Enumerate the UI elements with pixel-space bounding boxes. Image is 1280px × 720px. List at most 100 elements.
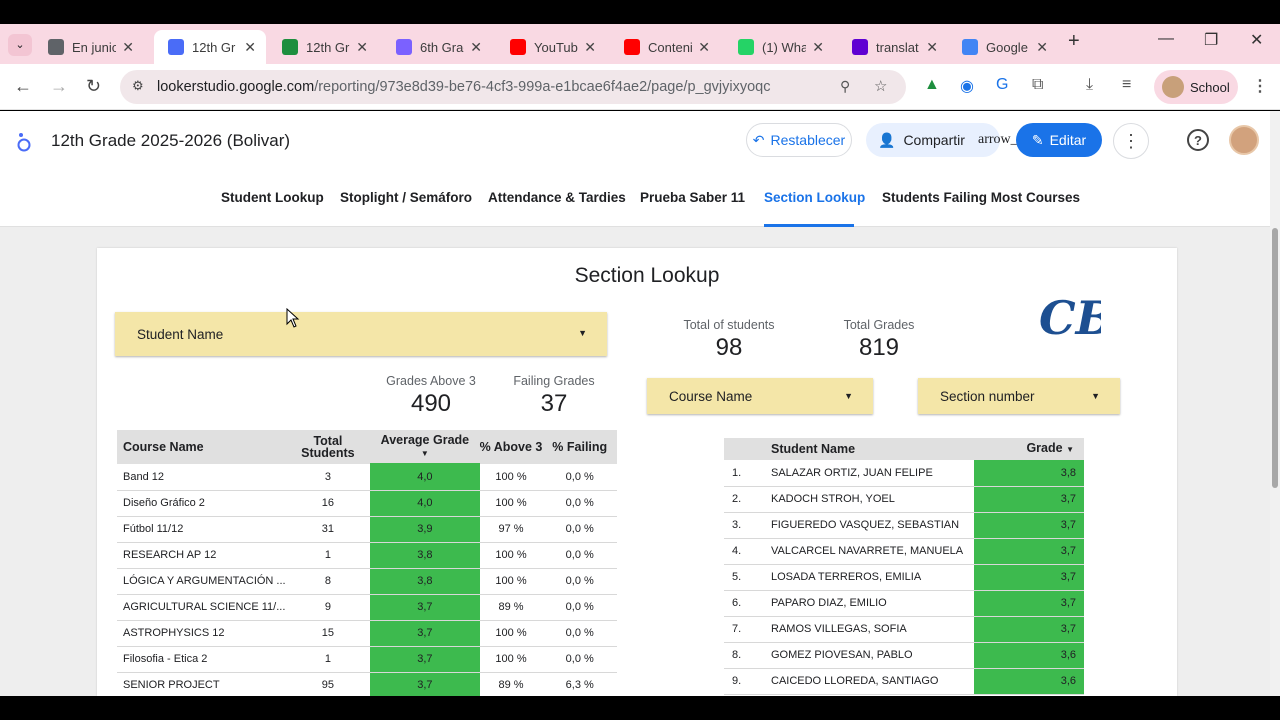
- tab-section-lookup[interactable]: Section Lookup: [764, 190, 865, 205]
- chevron-down-icon: ▼: [844, 391, 853, 401]
- browser-tab[interactable]: En junio ✕: [34, 30, 144, 64]
- cell-total-students: 15: [285, 620, 371, 647]
- col-above-3[interactable]: % Above 3: [479, 430, 543, 464]
- minimize-icon[interactable]: —: [1158, 30, 1174, 48]
- col-course-name[interactable]: Course Name: [117, 430, 286, 464]
- table-row[interactable]: 4. VALCARCEL NAVARRETE, MANUELA 3,7: [724, 538, 1084, 565]
- browser-tab[interactable]: 6th Grad ✕: [382, 30, 492, 64]
- table-row[interactable]: 8. GOMEZ PIOVESAN, PABLO 3,6: [724, 642, 1084, 669]
- edit-button[interactable]: ✎ Editar: [1016, 123, 1102, 157]
- browser-tab[interactable]: translat ✕: [838, 30, 948, 64]
- kpi-grades-above: Grades Above 3 490: [379, 374, 483, 418]
- table-row[interactable]: 1. SALAZAR ORTIZ, JUAN FELIPE 3,8: [724, 460, 1084, 487]
- cell-failing: 0,0 %: [542, 620, 617, 647]
- cell-grade: 3,7: [974, 590, 1084, 617]
- extensions-icon[interactable]: ⧉: [1032, 76, 1043, 94]
- tab-prueba-saber[interactable]: Prueba Saber 11: [640, 190, 745, 205]
- close-tab-icon[interactable]: ✕: [812, 39, 824, 56]
- table-row[interactable]: Band 12 3 4,0 100 % 0,0 %: [117, 464, 617, 491]
- table-row[interactable]: SENIOR PROJECT 95 3,7 89 % 6,3 %: [117, 672, 617, 699]
- cell-student-name: CAICEDO LLOREDA, SANTIAGO: [764, 668, 974, 695]
- help-icon[interactable]: ?: [1187, 129, 1209, 151]
- tab-student-lookup[interactable]: Student Lookup: [221, 190, 324, 205]
- cell-course-name: SENIOR PROJECT: [117, 672, 286, 699]
- drive-icon[interactable]: ▲: [924, 76, 940, 94]
- yahoo-icon: [852, 39, 868, 55]
- browser-tab[interactable]: Google ✕: [948, 30, 1058, 64]
- new-tab-icon[interactable]: +: [1068, 30, 1080, 53]
- user-avatar[interactable]: [1229, 125, 1259, 155]
- course-name-filter[interactable]: Course Name ▼: [647, 378, 873, 414]
- tab-search-icon[interactable]: ⌄: [8, 34, 32, 56]
- section-number-filter[interactable]: Section number ▼: [918, 378, 1120, 414]
- table-row[interactable]: 5. LOSADA TERREROS, EMILIA 3,7: [724, 564, 1084, 591]
- table-row[interactable]: 7. RAMOS VILLEGAS, SOFIA 3,7: [724, 616, 1084, 643]
- tab-stoplight[interactable]: Stoplight / Semáforo: [340, 190, 472, 205]
- cell-grade: 3,7: [974, 616, 1084, 643]
- browser-tab[interactable]: 12th Gr ✕: [154, 30, 266, 64]
- table-row[interactable]: Diseño Gráfico 2 16 4,0 100 % 0,0 %: [117, 490, 617, 517]
- tab-label: YouTub: [534, 39, 578, 55]
- close-tab-icon[interactable]: ✕: [470, 39, 482, 56]
- cell-rank: 2.: [724, 486, 764, 513]
- close-tab-icon[interactable]: ✕: [698, 39, 710, 56]
- close-window-icon[interactable]: ✕: [1250, 30, 1263, 50]
- table-row[interactable]: 3. FIGUEREDO VASQUEZ, SEBASTIAN 3,7: [724, 512, 1084, 539]
- col-total-students[interactable]: Total Students: [285, 430, 371, 464]
- tab-students-failing[interactable]: Students Failing Most Courses: [882, 190, 1080, 205]
- media-control-icon[interactable]: ≡: [1122, 76, 1131, 94]
- table-row[interactable]: Filosofia - Etica 2 1 3,7 100 % 0,0 %: [117, 646, 617, 673]
- reload-icon[interactable]: ↻: [86, 76, 101, 97]
- forward-icon[interactable]: →: [50, 76, 68, 97]
- download-icon[interactable]: ⤓: [1086, 76, 1093, 94]
- more-options-icon[interactable]: ⋮: [1113, 123, 1149, 159]
- close-tab-icon[interactable]: ✕: [244, 39, 256, 56]
- screen-capture-icon[interactable]: ◉: [960, 76, 974, 96]
- reset-button[interactable]: ↶ Restablecer: [746, 123, 852, 157]
- svg-text:CB: CB: [1039, 291, 1101, 345]
- col-average-grade[interactable]: Average Grade ▼: [370, 430, 480, 465]
- col-grade[interactable]: Grade ▼: [974, 438, 1084, 460]
- back-icon[interactable]: ←: [14, 76, 32, 97]
- table-row[interactable]: ASTROPHYSICS 12 15 3,7 100 % 0,0 %: [117, 620, 617, 647]
- browser-tab[interactable]: 12th Gr ✕: [268, 30, 378, 64]
- profile-chip[interactable]: School: [1154, 70, 1238, 104]
- table-row[interactable]: RESEARCH AP 12 1 3,8 100 % 0,0 %: [117, 542, 617, 569]
- cell-above-3: 89 %: [479, 594, 543, 621]
- cell-grade: 3,7: [974, 486, 1084, 513]
- browser-tab[interactable]: Conteni ✕: [610, 30, 720, 64]
- kpi-value: 98: [715, 334, 743, 361]
- table-row[interactable]: AGRICULTURAL SCIENCE 11/... 9 3,7 89 % 0,0 %: [117, 594, 617, 621]
- table-row[interactable]: 9. CAICEDO LLOREDA, SANTIAGO 3,6: [724, 668, 1084, 695]
- cell-grade: 3,8: [974, 460, 1084, 487]
- address-bar[interactable]: ⚙ lookerstudio.google.com/reporting/973e…: [120, 70, 906, 104]
- scrollbar-thumb[interactable]: [1272, 228, 1278, 488]
- tab-label: Google: [986, 39, 1028, 55]
- student-name-filter[interactable]: Student Name ▼: [115, 312, 607, 356]
- browser-tab[interactable]: YouTub ✕: [496, 30, 606, 64]
- tab-attendance[interactable]: Attendance & Tardies: [488, 190, 626, 205]
- table-row[interactable]: Fútbol 11/12 31 3,9 97 % 0,0 %: [117, 516, 617, 543]
- cell-above-3: 100 %: [479, 620, 543, 647]
- browser-tab[interactable]: (1) Wha ✕: [724, 30, 834, 64]
- col-failing[interactable]: % Failing: [542, 430, 617, 464]
- close-tab-icon[interactable]: ✕: [584, 39, 596, 56]
- close-tab-icon[interactable]: ✕: [122, 39, 134, 56]
- close-tab-icon[interactable]: ✕: [926, 39, 938, 56]
- table-row[interactable]: 2. KADOCH STROH, YOEL 3,7: [724, 486, 1084, 513]
- table-row[interactable]: LÓGICA Y ARGUMENTACIÓN ... 8 3,8 100 % 0,0 %: [117, 568, 617, 595]
- course-table: Course Name Total Students Average Grade…: [117, 430, 617, 699]
- zoom-icon[interactable]: ⚲: [840, 78, 850, 95]
- site-settings-icon[interactable]: ⚙: [132, 78, 144, 94]
- translate-extension-icon[interactable]: G: [996, 76, 1008, 94]
- bookmark-star-icon[interactable]: ☆: [874, 77, 887, 95]
- restore-icon[interactable]: ❐: [1204, 30, 1218, 50]
- close-tab-icon[interactable]: ✕: [1036, 39, 1048, 56]
- cell-rank: 5.: [724, 564, 764, 591]
- col-student-name[interactable]: Student Name: [764, 438, 974, 460]
- cell-above-3: 100 %: [479, 568, 543, 595]
- table-row[interactable]: 6. PAPARO DIAZ, EMILIO 3,7: [724, 590, 1084, 617]
- kpi-total-students: Total of students 98: [673, 318, 785, 362]
- browser-menu-icon[interactable]: ⋮: [1252, 76, 1268, 96]
- close-tab-icon[interactable]: ✕: [356, 39, 368, 56]
